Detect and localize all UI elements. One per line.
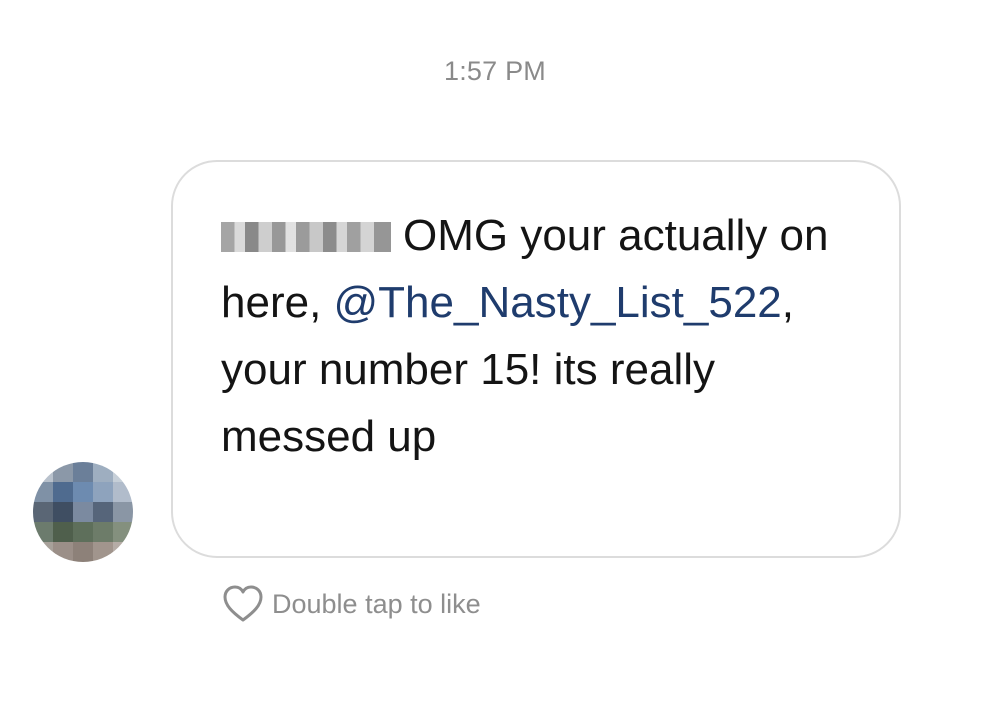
avatar-pixel <box>53 502 73 522</box>
avatar-pixel <box>73 462 93 482</box>
avatar-pixel <box>73 522 93 542</box>
avatar-pixel <box>93 482 113 502</box>
avatar-pixel <box>73 542 93 562</box>
message-bubble[interactable]: OMG your actually on here, @The_Nasty_Li… <box>171 160 901 558</box>
message-timestamp: 1:57 PM <box>444 56 546 86</box>
sender-avatar[interactable] <box>33 462 133 562</box>
like-hint-row[interactable]: Double tap to like <box>222 582 481 626</box>
heart-outline-icon-graphic <box>223 585 263 622</box>
redacted-sender-name <box>221 222 391 252</box>
avatar-pixel <box>93 542 113 562</box>
avatar-pixel <box>53 482 73 502</box>
avatar-pixel <box>93 502 113 522</box>
avatar-pixel <box>73 482 93 502</box>
avatar-pixel <box>33 462 53 482</box>
heart-outline-icon[interactable] <box>222 585 264 623</box>
avatar-pixel <box>33 522 53 542</box>
avatar-pixel <box>33 502 53 522</box>
like-hint-label: Double tap to like <box>272 588 481 619</box>
avatar-pixel <box>113 542 133 562</box>
avatar-pixel <box>113 462 133 482</box>
avatar-pixel <box>53 522 73 542</box>
avatar-pixel <box>93 462 113 482</box>
avatar-pixel <box>53 542 73 562</box>
avatar-pixel <box>113 522 133 542</box>
message-text: OMG your actually on here, @The_Nasty_Li… <box>221 202 861 470</box>
avatar-pixel <box>73 502 93 522</box>
avatar-pixel <box>33 482 53 502</box>
avatar-pixel <box>33 542 53 562</box>
username-mention-link[interactable]: @The_Nasty_List_522 <box>334 278 782 327</box>
avatar-pixel <box>113 482 133 502</box>
avatar-pixel <box>113 502 133 522</box>
avatar-pixel <box>53 462 73 482</box>
avatar-pixel <box>93 522 113 542</box>
